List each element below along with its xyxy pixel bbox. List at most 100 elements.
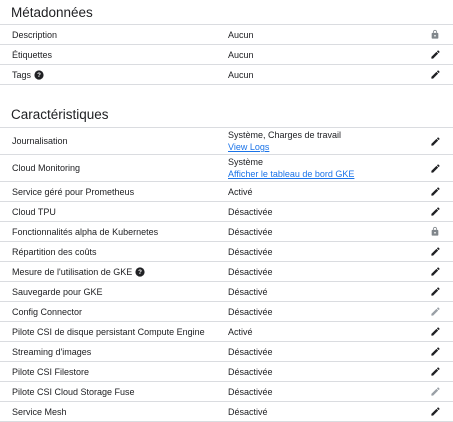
row-label-text: Pilote CSI Cloud Storage Fuse — [12, 386, 135, 397]
row-value-text: Désactivé — [228, 406, 268, 417]
metadata-section: Métadonnées Description Aucun Étiquettes Au… — [0, 2, 453, 85]
table-row: Service Mesh Désactivé — [0, 402, 453, 422]
row-value: Désactivée — [228, 206, 453, 218]
row-value-text: Aucun — [228, 49, 254, 60]
row-label-text: Cloud Monitoring — [12, 163, 81, 173]
row-label-text: Sauvegarde pour GKE — [12, 286, 103, 297]
row-value-text: Aucun — [228, 69, 254, 80]
row-value-text: Désactivée — [228, 226, 273, 237]
table-row: Pilote CSI Filestore Désactivée — [0, 362, 453, 382]
edit-icon[interactable] — [429, 326, 441, 338]
table-row: Pilote CSI Cloud Storage Fuse Désactivée — [0, 382, 453, 402]
row-value-text: Désactivée — [228, 386, 273, 397]
features-section: Caractéristiques Journalisation Système, … — [0, 103, 453, 422]
row-label-text: Cloud TPU — [12, 206, 56, 217]
edit-icon[interactable] — [429, 246, 441, 258]
edit-icon[interactable] — [429, 206, 441, 218]
row-label: Pilote CSI de disque persistant Compute … — [0, 327, 228, 337]
help-icon[interactable]: ? — [135, 266, 145, 277]
row-label-text: Config Connector — [12, 306, 83, 317]
row-value: Désactivé — [228, 406, 453, 418]
svg-text:?: ? — [138, 269, 142, 276]
lock-icon — [429, 29, 441, 41]
row-link[interactable]: View Logs — [228, 141, 453, 153]
row-label: Streaming d'images — [0, 347, 228, 357]
row-label-text: Tags — [12, 69, 32, 80]
row-value-text: Désactivée — [228, 246, 273, 257]
edit-icon[interactable] — [429, 162, 441, 174]
row-value: Désactivée — [228, 266, 453, 278]
features-rows: Journalisation Système, Charges de travai… — [0, 128, 453, 422]
edit-icon[interactable] — [429, 366, 441, 378]
row-label: Fonctionnalités alpha de Kubernetes — [0, 227, 228, 237]
row-label-text: Répartition des coûts — [12, 246, 97, 257]
lock-icon — [429, 226, 441, 238]
row-label: Mesure de l'utilisation de GKE? — [0, 267, 228, 277]
row-value-text: Désactivée — [228, 206, 273, 217]
row-label-text: Pilote CSI de disque persistant Compute … — [12, 326, 205, 337]
row-label: Étiquettes — [0, 50, 228, 60]
row-label: Tags? — [0, 70, 228, 80]
row-value: Désactivée — [228, 306, 453, 318]
row-value: Activé — [228, 326, 453, 338]
row-label: Description — [0, 30, 228, 40]
table-row: Description Aucun — [0, 25, 453, 45]
row-label-text: Service géré pour Prometheus — [12, 186, 135, 197]
row-label-text: Étiquettes — [12, 49, 53, 60]
row-value: Système, Charges de travail View Logs — [228, 129, 453, 153]
row-value: Désactivé — [228, 286, 453, 298]
table-row: Journalisation Système, Charges de travai… — [0, 128, 453, 155]
edit-icon[interactable] — [429, 186, 441, 198]
table-row: Répartition des coûts Désactivée — [0, 242, 453, 262]
edit-icon[interactable] — [429, 406, 441, 418]
row-label-text: Journalisation — [12, 136, 68, 146]
row-link[interactable]: Afficher le tableau de bord GKE — [228, 168, 453, 180]
row-label: Cloud Monitoring — [0, 163, 228, 173]
edit-disabled-icon[interactable] — [429, 306, 441, 318]
edit-icon[interactable] — [429, 286, 441, 298]
table-row: Fonctionnalités alpha de Kubernetes Désac… — [0, 222, 453, 242]
row-label: Cloud TPU — [0, 207, 228, 217]
row-value: Désactivée — [228, 226, 453, 238]
features-title: Caractéristiques — [0, 103, 453, 128]
table-row: Cloud TPU Désactivée — [0, 202, 453, 222]
row-value: Aucun — [228, 49, 453, 61]
edit-icon[interactable] — [429, 266, 441, 278]
row-value-text: Désactivée — [228, 306, 273, 317]
row-value: Aucun — [228, 29, 453, 41]
row-label: Service Mesh — [0, 407, 228, 417]
table-row: Config Connector Désactivée — [0, 302, 453, 322]
row-value-text: Activé — [228, 186, 253, 197]
row-label-text: Description — [12, 29, 58, 40]
help-icon[interactable]: ? — [34, 69, 44, 80]
row-value: Désactivée — [228, 386, 453, 398]
row-value: Désactivée — [228, 346, 453, 358]
metadata-rows: Description Aucun Étiquettes Aucun Tags? Aucu… — [0, 25, 453, 85]
row-label-text: Service Mesh — [12, 406, 67, 417]
row-value-text: Aucun — [228, 29, 254, 40]
row-label: Service géré pour Prometheus — [0, 187, 228, 197]
row-value-text: Désactivée — [228, 366, 273, 377]
table-row: Mesure de l'utilisation de GKE? Désactivé… — [0, 262, 453, 282]
row-value: Désactivée — [228, 366, 453, 378]
table-row: Tags? Aucun — [0, 65, 453, 85]
row-label: Répartition des coûts — [0, 247, 228, 257]
row-value: Aucun — [228, 69, 453, 81]
edit-disabled-icon[interactable] — [429, 386, 441, 398]
row-label-text: Pilote CSI Filestore — [12, 366, 90, 377]
row-value-text: Désactivée — [228, 266, 273, 277]
row-label-text: Streaming d'images — [12, 346, 92, 357]
table-row: Étiquettes Aucun — [0, 45, 453, 65]
row-label: Journalisation — [0, 136, 228, 146]
table-row: Sauvegarde pour GKE Désactivé — [0, 282, 453, 302]
table-row: Cloud Monitoring Système Afficher le table… — [0, 155, 453, 182]
edit-icon[interactable] — [429, 135, 441, 147]
edit-icon[interactable] — [429, 49, 441, 61]
table-row: Service géré pour Prometheus Activé — [0, 182, 453, 202]
row-value-text: Système — [228, 157, 264, 167]
row-value-text: Désactivé — [228, 286, 268, 297]
edit-icon[interactable] — [429, 346, 441, 358]
edit-icon[interactable] — [429, 69, 441, 81]
row-value: Activé — [228, 186, 453, 198]
metadata-title: Métadonnées — [0, 2, 453, 25]
